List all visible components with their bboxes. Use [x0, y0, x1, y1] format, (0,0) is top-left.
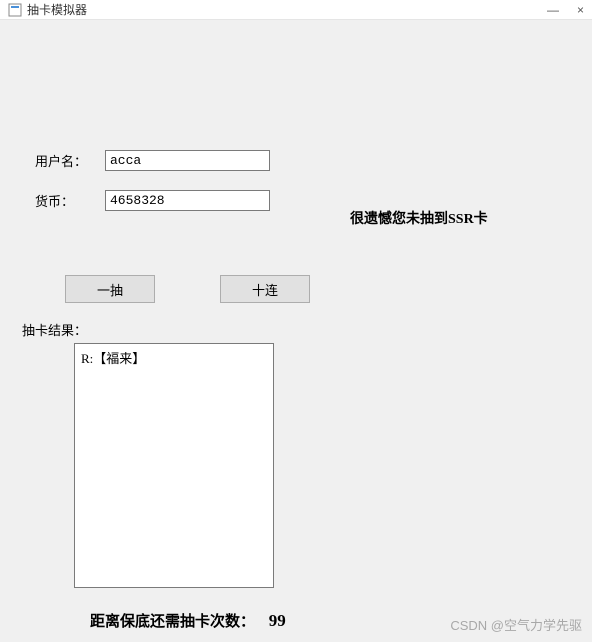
currency-row: 货币： — [35, 190, 270, 211]
username-row: 用户名： — [35, 150, 270, 171]
result-listbox[interactable]: R:【福来】 — [74, 343, 274, 588]
window-titlebar: 抽卡模拟器 — × — [0, 0, 592, 20]
pity-count: 99 — [269, 611, 286, 630]
ten-pull-button[interactable]: 十连 — [220, 275, 310, 303]
ssr-result-message: 很遗憾您未抽到SSR卡 — [350, 208, 488, 228]
pity-label: 距离保底还需抽卡次数： — [90, 614, 255, 630]
username-input[interactable] — [105, 150, 270, 171]
pity-info: 距离保底还需抽卡次数： 99 — [90, 610, 286, 631]
app-icon — [8, 3, 22, 17]
result-line: R:【福来】 — [81, 348, 267, 367]
currency-label: 货币： — [35, 191, 105, 210]
single-pull-button[interactable]: 一抽 — [65, 275, 155, 303]
window-title: 抽卡模拟器 — [27, 1, 87, 18]
username-label: 用户名： — [35, 151, 105, 170]
currency-input[interactable] — [105, 190, 270, 211]
result-label: 抽卡结果： — [22, 320, 87, 339]
client-area: 用户名： 货币： 很遗憾您未抽到SSR卡 一抽 十连 抽卡结果： R:【福来】 … — [0, 20, 592, 642]
close-button[interactable]: × — [577, 3, 584, 17]
watermark: CSDN @空气力学先驱 — [450, 615, 582, 634]
minimize-button[interactable]: — — [547, 3, 559, 17]
